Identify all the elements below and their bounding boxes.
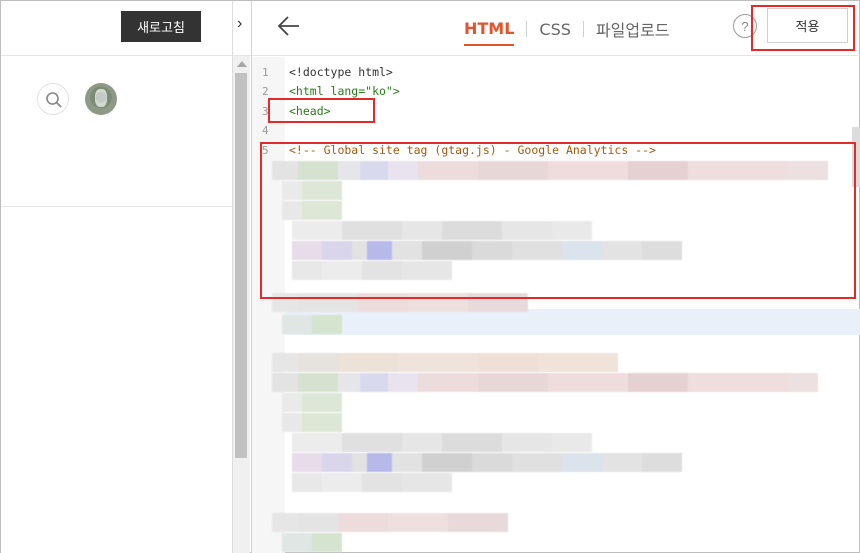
code-area[interactable]: 1 <!doctype html> 2 <html lang="ko"> 3 <… — [252, 57, 860, 553]
chevron-right-icon: › — [237, 15, 243, 32]
search-icon — [46, 92, 62, 108]
obscured-code-row — [292, 433, 592, 452]
code-line: 4 — [252, 121, 860, 140]
obscured-code-row — [282, 413, 342, 432]
preview-toolbar: 새로고침 — [1, 1, 232, 56]
line-number: 4 — [262, 124, 269, 137]
scroll-up-arrow[interactable] — [237, 61, 247, 67]
editor-tabs: HTML CSS 파일업로드 — [464, 17, 670, 47]
back-arrow-icon[interactable] — [276, 13, 302, 39]
active-line-highlight — [285, 309, 860, 335]
tab-css[interactable]: CSS — [539, 20, 570, 45]
tab-divider — [582, 21, 584, 37]
obscured-code-row — [282, 393, 342, 412]
obscured-code-row — [292, 473, 452, 492]
tab-html[interactable]: HTML — [464, 19, 515, 46]
blog-profile-row — [1, 57, 232, 207]
annotation-box-head — [268, 98, 375, 123]
tab-divider — [526, 21, 528, 37]
annotation-box-analytics — [260, 142, 856, 299]
line-number: 1 — [262, 66, 269, 79]
obscured-code-row — [272, 513, 508, 532]
obscured-code-row — [272, 373, 818, 392]
preview-pane: 새로고침 — [1, 1, 232, 553]
obscured-code-row — [282, 533, 342, 552]
code-text: <!doctype html> — [289, 65, 393, 79]
annotation-box-apply — [751, 5, 855, 51]
tab-file-upload[interactable]: 파일업로드 — [596, 17, 670, 47]
search-button[interactable] — [37, 83, 69, 115]
preview-scrollbar[interactable]: › — [232, 1, 251, 553]
avatar[interactable] — [85, 83, 117, 115]
obscured-code-row — [292, 453, 682, 472]
expand-toggle[interactable]: › — [233, 1, 251, 56]
code-line: 1 <!doctype html> — [252, 63, 860, 82]
refresh-button[interactable]: 새로고침 — [121, 11, 201, 42]
scroll-thumb[interactable] — [235, 73, 247, 458]
obscured-code-row — [282, 315, 342, 334]
obscured-code-row — [272, 353, 618, 372]
